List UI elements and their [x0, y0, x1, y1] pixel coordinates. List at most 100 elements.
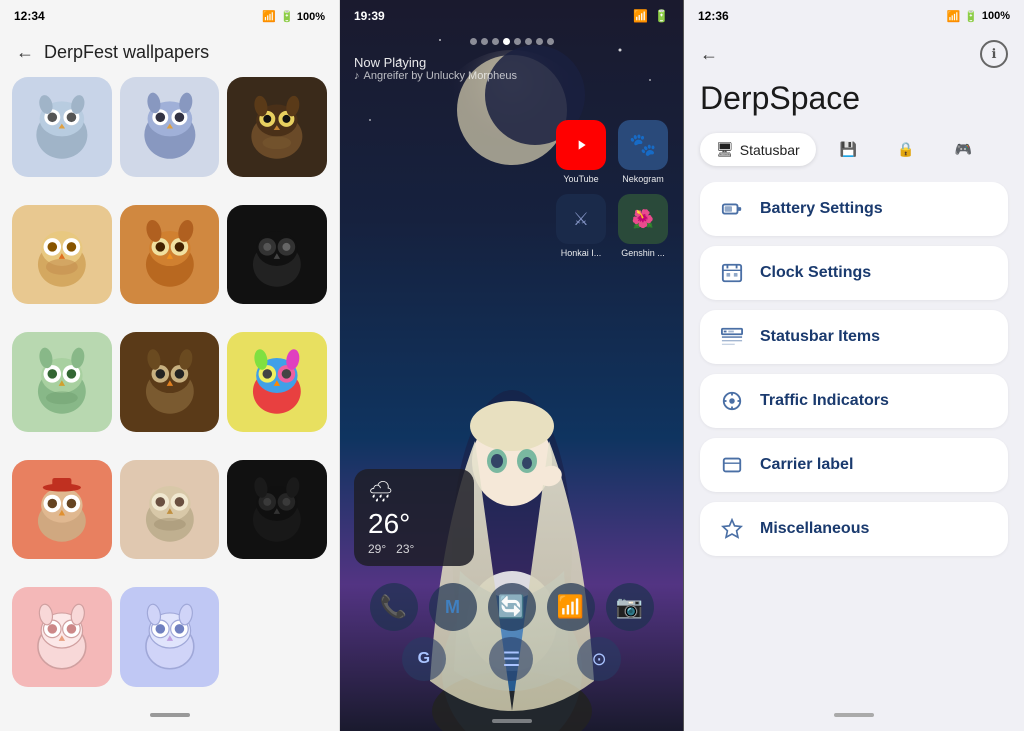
battery-settings-label: Battery Settings: [760, 200, 883, 218]
clock-settings-label: Clock Settings: [760, 264, 871, 282]
menu-item-misc[interactable]: Miscellaneous: [700, 502, 1008, 556]
p3-time: 12:36: [698, 9, 729, 23]
tab-statusbar[interactable]: 🖥 Statusbar: [700, 133, 816, 166]
p1-back-button[interactable]: ←: [16, 42, 34, 63]
p3-info-button[interactable]: ℹ: [980, 40, 1008, 68]
panel-homescreen: 19:39 📶 🔋 Now Playing ♪ Angreifer by Unl…: [340, 0, 684, 731]
carrier-label-icon: [718, 454, 746, 476]
traffic-indicators-label: Traffic Indicators: [760, 392, 889, 410]
miscellaneous-label: Miscellaneous: [760, 520, 869, 538]
weather-range: 29° 23°: [368, 542, 460, 556]
weather-widget[interactable]: 🌧 26° 29° 23°: [354, 469, 474, 566]
wallpaper-item[interactable]: [227, 332, 327, 432]
p3-tab-bar: 🖥 Statusbar 💾 🔒 🎮: [684, 133, 1024, 182]
wallpaper-item[interactable]: [120, 460, 220, 560]
p2-now-playing-widget: Now Playing ♪ Angreifer by Unlucky Morph…: [340, 51, 683, 86]
p2-nav-bar: G ☰ ⊙: [340, 637, 683, 681]
p2-dot: [536, 38, 543, 45]
p3-scroll-pill: [834, 713, 874, 717]
wallpaper-item[interactable]: [227, 205, 327, 305]
p2-dot: [547, 38, 554, 45]
google-button[interactable]: G: [402, 637, 446, 681]
p2-dot: [514, 38, 521, 45]
wallpaper-item[interactable]: [120, 332, 220, 432]
statusbar-tab-label: Statusbar: [740, 142, 800, 158]
menu-item-traffic[interactable]: Traffic Indicators: [700, 374, 1008, 428]
p2-time: 19:39: [354, 9, 385, 23]
p1-time: 12:34: [14, 9, 45, 23]
tab-lock[interactable]: 🔒: [881, 133, 930, 166]
menu-item-statusbar-items[interactable]: Statusbar Items: [700, 310, 1008, 364]
p2-music-icon: ♪: [354, 70, 360, 82]
wallpaper-item[interactable]: [12, 77, 112, 177]
recents-button[interactable]: ⊙: [577, 637, 621, 681]
weather-low: 23°: [396, 542, 414, 556]
statusbar-tab-icon: 🖥: [716, 141, 734, 158]
weather-high: 29°: [368, 542, 386, 556]
p2-bottom-app-row: 📞 M 🔄 📶 📷: [340, 583, 683, 631]
p2-wallpaper-area: [340, 86, 683, 731]
homescreen-content: 19:39 📶 🔋 Now Playing ♪ Angreifer by Unl…: [340, 0, 683, 731]
p3-page-title: DerpSpace: [684, 72, 1024, 133]
p1-scroll-indicator: [0, 707, 339, 731]
wifi-icon-button[interactable]: 📶: [547, 583, 595, 631]
p2-dot: [525, 38, 532, 45]
statusbar-items-icon: [718, 326, 746, 348]
wallpaper-item[interactable]: [12, 587, 112, 687]
p3-status-icons: 📶 🔋 100%: [946, 10, 1010, 23]
wallpaper-item[interactable]: [12, 332, 112, 432]
wallpaper-item[interactable]: [120, 77, 220, 177]
wallpaper-item[interactable]: [227, 77, 327, 177]
carrier-label-label: Carrier label: [760, 456, 853, 474]
messages-icon-button[interactable]: M: [429, 583, 477, 631]
p2-dot: [470, 38, 477, 45]
game-tab-icon: 🎮: [955, 141, 972, 158]
p1-status-icons: 📶 🔋 100%: [262, 10, 325, 23]
p2-dot: [492, 38, 499, 45]
p2-scroll-pill: [492, 719, 532, 723]
p3-back-button[interactable]: ←: [700, 44, 718, 65]
tab-save[interactable]: 💾: [824, 133, 873, 166]
p1-header: ← DerpFest wallpapers: [0, 32, 339, 77]
p1-battery-icon: 🔋 100%: [280, 10, 325, 23]
p3-scroll-indicator: [684, 707, 1024, 731]
p3-menu-list: Battery Settings Clock Settings Statusba…: [684, 182, 1024, 707]
menu-item-battery[interactable]: Battery Settings: [700, 182, 1008, 236]
p3-battery-icon: 🔋: [964, 10, 978, 23]
wallpaper-item[interactable]: [12, 205, 112, 305]
p3-header: ← ℹ: [684, 32, 1024, 72]
miscellaneous-icon: [718, 518, 746, 540]
wallpaper-item[interactable]: [120, 205, 220, 305]
statusbar-items-label: Statusbar Items: [760, 328, 880, 346]
phone-icon-button[interactable]: 📞: [370, 583, 418, 631]
p1-page-title: DerpFest wallpapers: [44, 42, 209, 63]
home-button[interactable]: ☰: [489, 637, 533, 681]
p3-battery-pct: 100%: [982, 10, 1010, 22]
p2-song-name: Angreifer by Unlucky Morpheus: [364, 70, 517, 82]
wallpaper-item[interactable]: [120, 587, 220, 687]
p2-now-playing-label: Now Playing: [354, 55, 669, 70]
p2-status-icons: 📶 🔋: [633, 9, 669, 23]
refresh-icon-button[interactable]: 🔄: [488, 583, 536, 631]
p2-scroll-indicator: [492, 719, 532, 723]
p2-dot-active: [503, 38, 510, 45]
camera-icon-button[interactable]: 📷: [606, 583, 654, 631]
menu-item-carrier[interactable]: Carrier label: [700, 438, 1008, 492]
p2-page-dots: [340, 32, 683, 51]
panel-derpspace: 12:36 📶 🔋 100% ← ℹ DerpSpace 🖥 Statusbar…: [684, 0, 1024, 731]
p2-status-bar: 19:39 📶 🔋: [340, 0, 683, 32]
wallpaper-item[interactable]: [227, 460, 327, 560]
tab-game[interactable]: 🎮: [939, 133, 988, 166]
clock-settings-icon: [718, 262, 746, 284]
weather-icon: 🌧: [368, 479, 460, 504]
wallpaper-grid: [0, 77, 339, 707]
wallpaper-item[interactable]: [12, 460, 112, 560]
p2-dot: [481, 38, 488, 45]
traffic-indicators-icon: [718, 390, 746, 412]
menu-item-clock[interactable]: Clock Settings: [700, 246, 1008, 300]
save-tab-icon: 💾: [840, 141, 857, 158]
p1-signal-icon: 📶: [262, 10, 276, 23]
p2-battery-icon: 🔋: [654, 9, 669, 23]
p3-status-bar: 12:36 📶 🔋 100%: [684, 0, 1024, 32]
lock-tab-icon: 🔒: [897, 141, 914, 158]
